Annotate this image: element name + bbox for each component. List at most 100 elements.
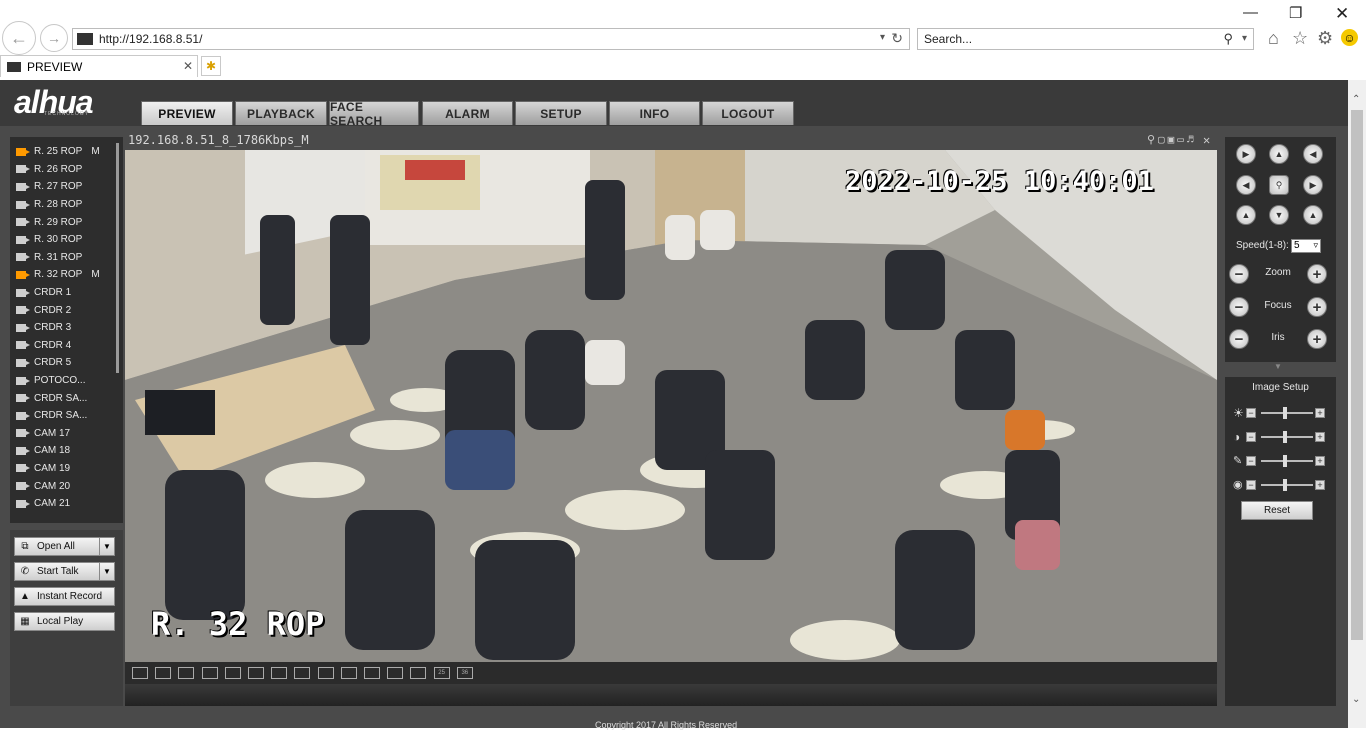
camera-list-item[interactable]: R. 25 ROP M: [10, 143, 123, 161]
saturation-plus[interactable]: +: [1315, 456, 1325, 466]
focus-plus-button[interactable]: +: [1307, 297, 1327, 317]
camera-list-item[interactable]: CAM 17: [10, 425, 123, 443]
scroll-down-icon[interactable]: ⌄: [1352, 694, 1360, 705]
layout-25-button[interactable]: 25: [433, 667, 450, 679]
search-field[interactable]: Search... ⚲ ▾: [917, 28, 1254, 50]
ptz-right-button[interactable]: ▶: [1303, 175, 1323, 195]
camera-list-item[interactable]: CRDR 1: [10, 284, 123, 302]
saturation-minus[interactable]: −: [1246, 456, 1256, 466]
contrast-plus[interactable]: +: [1315, 432, 1325, 442]
camera-list-item[interactable]: CRDR 2: [10, 301, 123, 319]
tab-logout[interactable]: LOGOUT: [702, 101, 794, 125]
instant-record-button[interactable]: ▲ Instant Record: [14, 587, 115, 606]
layout-4-button[interactable]: [201, 667, 218, 679]
scroll-up-icon[interactable]: ⌃: [1352, 94, 1360, 105]
layout-5-button[interactable]: [224, 667, 241, 679]
camera-list-item[interactable]: CAM 19: [10, 460, 123, 478]
forward-button[interactable]: →: [40, 24, 68, 52]
video-close-icon[interactable]: ✕: [1203, 133, 1210, 147]
layout-1-button[interactable]: [132, 667, 148, 679]
camera-list-item[interactable]: CRDR 3: [10, 319, 123, 337]
settings-gear-icon[interactable]: ⚙: [1317, 28, 1333, 49]
camera-list-item[interactable]: R. 32 ROP M: [10, 266, 123, 284]
ptz-down-button[interactable]: ▼: [1269, 205, 1289, 225]
tab-info[interactable]: INFO: [609, 101, 700, 125]
tab-preview[interactable]: PREVIEW ✕: [0, 55, 198, 77]
local-play-button[interactable]: ▦ Local Play: [14, 612, 115, 631]
layout-3-button[interactable]: [178, 667, 195, 679]
slider-knob[interactable]: [1283, 407, 1287, 419]
slider-knob[interactable]: [1283, 431, 1287, 443]
favorites-star-icon[interactable]: ☆: [1292, 28, 1308, 49]
search-icon[interactable]: ⚲: [1223, 31, 1233, 47]
layout-13-button[interactable]: [410, 667, 427, 679]
refresh-icon[interactable]: ↻: [891, 30, 903, 47]
camera-list-item[interactable]: CRDR SA...: [10, 389, 123, 407]
layout-6-button[interactable]: [248, 667, 264, 679]
contrast-slider[interactable]: ◑ − +: [1233, 430, 1329, 444]
zoom-out-button[interactable]: −: [1229, 264, 1249, 284]
brightness-slider[interactable]: ☀ − +: [1233, 406, 1329, 420]
layout-12-button[interactable]: [387, 667, 404, 679]
home-icon[interactable]: ⌂: [1268, 28, 1279, 49]
camera-list-item[interactable]: CAM 21: [10, 495, 123, 513]
iris-minus-button[interactable]: −: [1229, 329, 1249, 349]
camera-list-item[interactable]: CRDR 4: [10, 337, 123, 355]
layout-36-button[interactable]: 36: [456, 667, 473, 679]
tab-playback[interactable]: PLAYBACK: [235, 101, 327, 125]
brightness-plus[interactable]: +: [1315, 408, 1325, 418]
restore-icon[interactable]: ❐: [1289, 4, 1302, 22]
search-dropdown-icon[interactable]: ▾: [1242, 33, 1247, 44]
tab-setup[interactable]: SETUP: [515, 101, 607, 125]
camera-list-item[interactable]: CRDR 5: [10, 354, 123, 372]
camera-list-item[interactable]: R. 31 ROP: [10, 249, 123, 267]
camera-list-item[interactable]: R. 26 ROP: [10, 161, 123, 179]
camera-list-item[interactable]: R. 28 ROP: [10, 196, 123, 214]
speed-select[interactable]: 5 ▿: [1291, 239, 1321, 253]
ptz-down-left-button[interactable]: ▲: [1236, 205, 1256, 225]
hue-slider[interactable]: ◉ − +: [1233, 478, 1329, 492]
hue-plus[interactable]: +: [1315, 480, 1325, 490]
camera-list-item[interactable]: CAM 20: [10, 477, 123, 495]
camera-list-item[interactable]: POTOCO...: [10, 372, 123, 390]
open-all-dropdown[interactable]: ▼: [99, 537, 115, 556]
dropdown-icon[interactable]: ▾: [880, 32, 885, 43]
close-window-icon[interactable]: ✕: [1335, 4, 1349, 24]
zoom-in-button[interactable]: +: [1307, 264, 1327, 284]
layout-8-button[interactable]: [294, 667, 311, 679]
camera-list-scrollbar[interactable]: [116, 143, 119, 373]
start-talk-dropdown[interactable]: ▼: [99, 562, 115, 581]
video-toolbar-icons[interactable]: ⚲▢▣▭♬: [1147, 133, 1197, 146]
back-button[interactable]: ←: [2, 21, 36, 55]
page-scrollbar[interactable]: ⌃ ⌄: [1348, 80, 1366, 728]
layout-7-button[interactable]: [271, 667, 288, 679]
ptz-up-left-button[interactable]: ▶: [1236, 144, 1256, 164]
live-video[interactable]: 2022-10-25 10:40:01 R. 32 ROP: [125, 150, 1217, 662]
ptz-left-button[interactable]: ◀: [1236, 175, 1256, 195]
tab-preview[interactable]: PREVIEW: [141, 101, 233, 125]
collapse-arrow-icon[interactable]: ▼: [1274, 362, 1282, 371]
slider-knob[interactable]: [1283, 479, 1287, 491]
hue-minus[interactable]: −: [1246, 480, 1256, 490]
tab-close-icon[interactable]: ✕: [183, 59, 193, 73]
minimize-icon[interactable]: —: [1243, 4, 1258, 21]
ptz-up-right-button[interactable]: ◀: [1303, 144, 1323, 164]
address-bar[interactable]: http://192.168.8.51/ ▾ ↻: [72, 28, 910, 50]
layout-9-button[interactable]: [317, 667, 334, 679]
feedback-smiley-icon[interactable]: ☺: [1341, 29, 1358, 46]
ptz-down-right-button[interactable]: ▲: [1303, 205, 1323, 225]
camera-list-item[interactable]: R. 29 ROP: [10, 213, 123, 231]
saturation-slider[interactable]: ✎ − +: [1233, 454, 1329, 468]
ptz-up-button[interactable]: ▲: [1269, 144, 1289, 164]
contrast-minus[interactable]: −: [1246, 432, 1256, 442]
layout-2-button[interactable]: [155, 667, 172, 679]
tab-alarm[interactable]: ALARM: [422, 101, 513, 125]
new-tab-button[interactable]: ✱: [201, 56, 221, 76]
camera-list-item[interactable]: R. 27 ROP: [10, 178, 123, 196]
camera-list-item[interactable]: CAM 18: [10, 442, 123, 460]
focus-minus-button[interactable]: −: [1229, 297, 1249, 317]
slider-knob[interactable]: [1283, 455, 1287, 467]
iris-plus-button[interactable]: +: [1307, 329, 1327, 349]
brightness-minus[interactable]: −: [1246, 408, 1256, 418]
reset-button[interactable]: Reset: [1241, 501, 1313, 520]
